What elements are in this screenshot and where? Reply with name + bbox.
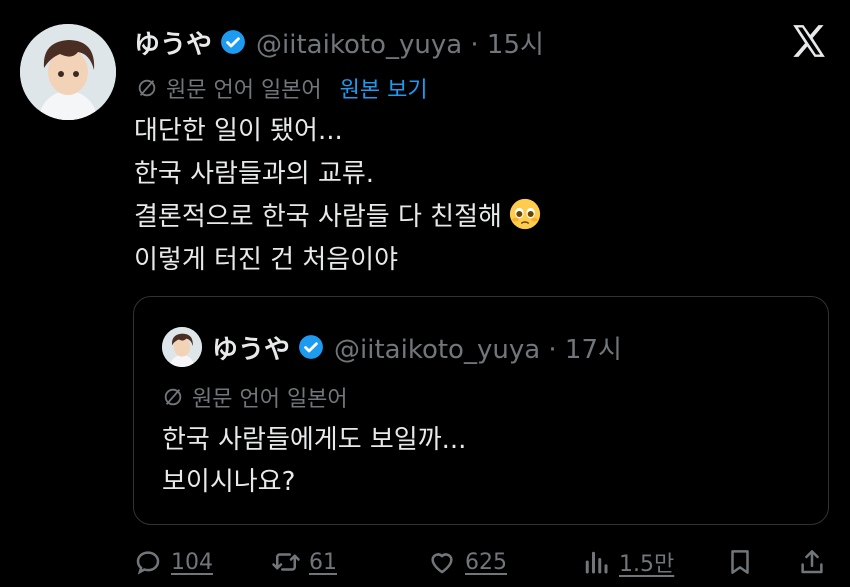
- bookmark-button[interactable]: [725, 540, 755, 584]
- tweet-text: 대단한 일이 됐어... 한국 사람들과의 교류. 결론적으로 한국 사람들 다…: [134, 110, 542, 282]
- tweet-line: 한국 사람들과의 교류.: [134, 159, 375, 189]
- quoted-author-avatar: [162, 327, 202, 367]
- author-handle-time[interactable]: @iitaikoto_yuya · 15시: [256, 24, 544, 61]
- analytics-icon: [585, 551, 608, 574]
- reply-button[interactable]: 104: [133, 540, 213, 584]
- view-original-link[interactable]: 원본 보기: [340, 72, 428, 104]
- retweet-icon: [272, 553, 300, 571]
- quoted-tweet-text: 한국 사람들에게도 보일까... 보이시나요?: [162, 419, 466, 503]
- translate-icon: [164, 388, 182, 406]
- quoted-tweet-card[interactable]: ゆうや @iitaikoto_yuya · 17시 원문 언어 일본어 한국 사…: [133, 296, 829, 525]
- reply-icon: [136, 551, 160, 575]
- tweet-line-with-emoji: 결론적으로 한국 사람들 다 친절해: [134, 196, 542, 239]
- like-count: 625: [465, 549, 507, 575]
- action-bar: 104 61 625 1.5만: [133, 540, 833, 584]
- view-count: 1.5만: [619, 552, 675, 577]
- x-logo-icon[interactable]: [790, 22, 828, 60]
- quoted-tweet-header: ゆうや @iitaikoto_yuya · 17시: [212, 327, 622, 367]
- quoted-translation-label: 원문 언어 일본어: [192, 387, 348, 412]
- bookmark-icon: [731, 550, 749, 574]
- pleading-face-emoji-icon: [509, 198, 541, 230]
- avatar-illustration: [162, 327, 202, 367]
- share-button[interactable]: [797, 540, 827, 584]
- translate-icon: [138, 79, 156, 97]
- tweet-header: ゆうや @iitaikoto_yuya · 15시: [134, 22, 544, 62]
- verified-badge-icon: [299, 335, 323, 359]
- quoted-line: 보이시나요?: [162, 467, 296, 497]
- views-button[interactable]: 1.5만: [581, 540, 674, 584]
- retweet-count: 61: [309, 549, 337, 575]
- heart-icon: [431, 553, 453, 574]
- verified-badge-icon: [221, 30, 245, 54]
- tweet-line: 대단한 일이 됐어...: [134, 116, 343, 146]
- author-name[interactable]: ゆうや: [134, 24, 212, 61]
- quoted-translation-row: 원문 언어 일본어: [162, 381, 348, 413]
- author-avatar[interactable]: [20, 24, 116, 120]
- retweet-button[interactable]: 61: [271, 540, 337, 584]
- avatar-illustration: [20, 24, 116, 120]
- quoted-handle-time: @iitaikoto_yuya · 17시: [334, 334, 622, 365]
- like-button[interactable]: 625: [427, 540, 507, 584]
- tweet-line: 이렇게 터진 건 처음이야: [134, 245, 398, 275]
- translation-row: 원문 언어 일본어 원본 보기: [136, 72, 428, 104]
- quoted-author-name: ゆうや: [212, 334, 291, 365]
- reply-count: 104: [171, 549, 213, 575]
- share-icon: [801, 550, 823, 574]
- translation-label: 원문 언어 일본어: [166, 78, 322, 103]
- tweet-line: 결론적으로 한국 사람들 다 친절해: [134, 202, 502, 232]
- quoted-line: 한국 사람들에게도 보일까...: [162, 425, 467, 455]
